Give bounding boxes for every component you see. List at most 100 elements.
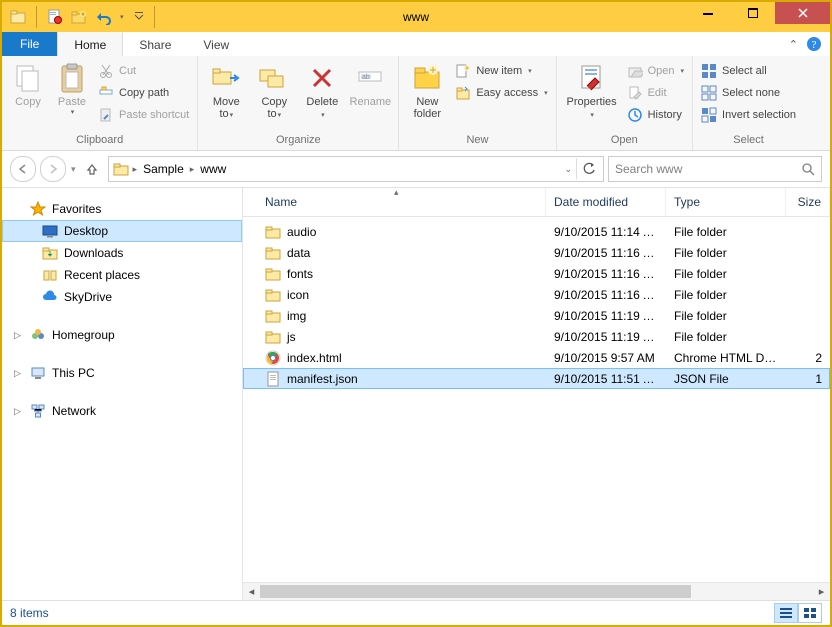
qat-properties-icon[interactable]	[45, 9, 65, 25]
sidebar-item-favorites[interactable]: Favorites	[2, 198, 242, 220]
app-icon[interactable]	[8, 9, 28, 25]
file-row[interactable]: js9/10/2015 11:19 AMFile folder	[243, 326, 830, 347]
select-all-button[interactable]: Select all	[699, 62, 798, 80]
group-new: Newfolder New item▾ Easy access▾ New	[399, 56, 556, 150]
folder-icon	[265, 266, 281, 282]
chevron-down-icon: ▾	[71, 108, 75, 116]
search-placeholder: Search www	[615, 162, 682, 176]
cut-button[interactable]: Cut	[96, 62, 191, 80]
qat-undo-icon[interactable]	[93, 9, 115, 25]
help-icon[interactable]: ?	[806, 36, 822, 52]
edit-button[interactable]: Edit	[625, 84, 686, 102]
tab-view[interactable]: View	[187, 32, 245, 56]
file-row[interactable]: fonts9/10/2015 11:16 AMFile folder	[243, 263, 830, 284]
svg-text:ab: ab	[362, 74, 370, 81]
horizontal-scrollbar[interactable]: ◂ ▸	[243, 582, 830, 600]
file-row[interactable]: audio9/10/2015 11:14 AMFile folder	[243, 221, 830, 242]
status-item-count: 8 items	[10, 606, 49, 620]
rename-button[interactable]: ab Rename	[348, 60, 392, 108]
qat-customize-icon[interactable]	[132, 9, 146, 25]
scroll-thumb[interactable]	[260, 585, 691, 598]
qat-undo-dropdown-icon[interactable]: ▾	[120, 13, 124, 21]
view-toggles	[774, 603, 822, 623]
file-list[interactable]: audio9/10/2015 11:14 AMFile folderdata9/…	[243, 217, 830, 582]
file-name: fonts	[287, 267, 313, 281]
recent-locations-icon[interactable]: ▾	[71, 164, 76, 175]
open-button[interactable]: Open▾	[625, 62, 686, 80]
sidebar-item-desktop[interactable]: Desktop	[2, 220, 242, 242]
refresh-button[interactable]	[576, 158, 601, 180]
ribbon-collapse-icon[interactable]: ⌃	[789, 38, 798, 51]
file-name: img	[287, 309, 306, 323]
sidebar-item-skydrive[interactable]: SkyDrive	[2, 286, 242, 308]
details-view-button[interactable]	[774, 603, 798, 623]
invert-selection-button[interactable]: Invert selection	[699, 106, 798, 124]
explorer-window: www ▾ File	[0, 0, 832, 627]
history-button[interactable]: History	[625, 106, 686, 124]
up-button[interactable]	[80, 157, 104, 181]
tab-share[interactable]: Share	[123, 32, 187, 56]
navigation-pane[interactable]: Favorites Desktop Downloads Recent place…	[2, 188, 243, 600]
minimize-button[interactable]	[685, 2, 730, 24]
tab-file[interactable]: File	[2, 32, 57, 56]
copy-path-button[interactable]: Copy path	[96, 84, 191, 102]
tab-home[interactable]: Home	[57, 32, 123, 56]
col-header-type[interactable]: Type	[666, 188, 786, 216]
chevron-right-icon[interactable]: ▸	[131, 164, 140, 175]
select-none-button[interactable]: Select none	[699, 84, 798, 102]
new-folder-button[interactable]: Newfolder	[405, 60, 449, 120]
sidebar-item-recent-places[interactable]: Recent places	[2, 264, 242, 286]
folder-icon	[265, 224, 281, 240]
sidebar-item-this-pc[interactable]: ▷ This PC	[2, 362, 242, 384]
file-row[interactable]: img9/10/2015 11:19 AMFile folder	[243, 305, 830, 326]
pc-icon	[30, 365, 46, 381]
properties-button[interactable]: Properties▾	[563, 60, 621, 122]
folder-icon	[265, 287, 281, 303]
scroll-right-icon[interactable]: ▸	[813, 585, 830, 598]
file-row[interactable]: index.html9/10/2015 9:57 AMChrome HTML D…	[243, 347, 830, 368]
paste-button[interactable]: Paste ▾	[52, 60, 92, 116]
group-open: Properties▾ Open▾ Edit History	[557, 56, 693, 150]
file-row[interactable]: icon9/10/2015 11:16 AMFile folder	[243, 284, 830, 305]
maximize-button[interactable]	[730, 2, 775, 24]
file-date: 9/10/2015 11:16 AM	[546, 267, 666, 281]
chevron-right-icon[interactable]: ▸	[188, 164, 197, 175]
new-item-button[interactable]: New item▾	[453, 62, 549, 80]
breadcrumb-www[interactable]: www	[198, 162, 228, 176]
col-header-name[interactable]: Name ▴	[243, 188, 546, 216]
recent-icon	[42, 267, 58, 283]
chevron-right-icon: ▷	[14, 368, 24, 379]
ribbon-tabstrip: File Home Share View ⌃ ?	[2, 32, 830, 56]
search-input[interactable]: Search www	[608, 156, 822, 182]
easy-access-button[interactable]: Easy access▾	[453, 84, 549, 102]
forward-button[interactable]	[40, 156, 66, 182]
back-button[interactable]	[10, 156, 36, 182]
sidebar-item-network[interactable]: ▷ Network	[2, 400, 242, 422]
col-header-date[interactable]: Date modified	[546, 188, 666, 216]
folder-icon	[42, 245, 58, 261]
paste-shortcut-button[interactable]: Paste shortcut	[96, 106, 191, 124]
large-icons-view-button[interactable]	[798, 603, 822, 623]
copy-button[interactable]: Copy	[8, 60, 48, 108]
file-row[interactable]: data9/10/2015 11:16 AMFile folder	[243, 242, 830, 263]
nav-bar: ▾ ▸ Sample ▸ www ⌄ Search www	[2, 151, 830, 188]
qat-new-folder-icon[interactable]	[69, 9, 89, 25]
file-name: index.html	[287, 351, 342, 365]
chevron-down-icon[interactable]: ⌄	[562, 164, 574, 175]
close-button[interactable]	[775, 2, 830, 24]
sidebar-item-homegroup[interactable]: ▷ Homegroup	[2, 324, 242, 346]
move-to-button[interactable]: Moveto▾	[204, 60, 248, 122]
address-bar[interactable]: ▸ Sample ▸ www ⌄	[108, 156, 604, 182]
sort-ascending-icon: ▴	[394, 187, 399, 198]
sidebar-item-downloads[interactable]: Downloads	[2, 242, 242, 264]
copy-to-button[interactable]: Copyto▾	[252, 60, 296, 122]
scroll-left-icon[interactable]: ◂	[243, 585, 260, 598]
title-bar[interactable]: www ▾	[2, 2, 830, 32]
delete-button[interactable]: Delete▾	[300, 60, 344, 122]
breadcrumb-sample[interactable]: Sample	[141, 162, 186, 176]
cloud-icon	[42, 289, 58, 305]
file-name: icon	[287, 288, 309, 302]
file-date: 9/10/2015 11:19 AM	[546, 309, 666, 323]
file-row[interactable]: manifest.json9/10/2015 11:51 AMJSON File…	[243, 368, 830, 389]
col-header-size[interactable]: Size	[786, 188, 830, 216]
